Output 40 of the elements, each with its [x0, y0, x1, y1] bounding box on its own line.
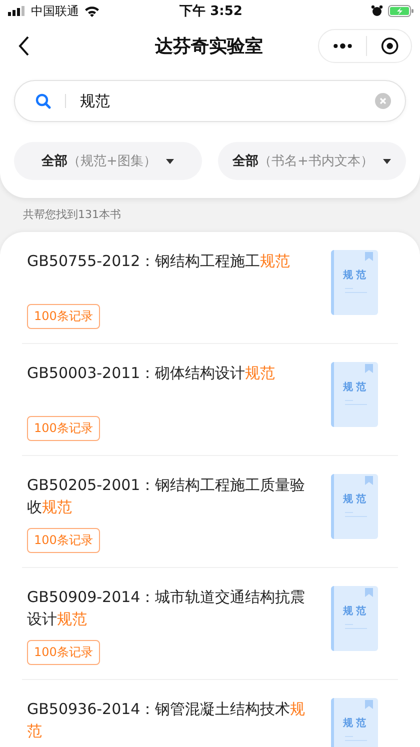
book-cover: 规范 — [331, 474, 378, 539]
caret-icon — [166, 158, 174, 164]
alarm-icon — [371, 5, 383, 17]
back-icon[interactable] — [18, 36, 30, 56]
lines-icon — [345, 512, 367, 518]
book-cover: 规范 — [331, 362, 378, 427]
signal-icon — [8, 6, 26, 16]
page-title: 达芬奇实验室 — [154, 35, 264, 58]
book-title[interactable]: GB50755-2012：钢结构工程施工规范 — [27, 250, 290, 294]
filter-dropdown[interactable]: 全部（规范+图集） — [14, 142, 202, 180]
book-title[interactable]: GB50936-2014：钢管混凝土结构技术规范 — [27, 698, 317, 742]
book-title[interactable]: GB50205-2001：钢结构工程施工质量验收规范 — [27, 474, 317, 518]
search-field[interactable]: 规范 — [14, 80, 406, 122]
record-count-tag: 100条记录 — [27, 640, 100, 665]
bookmark-icon — [365, 252, 373, 261]
more-icon[interactable] — [333, 43, 352, 49]
record-count-tag: 100条记录 — [27, 304, 100, 329]
caret-icon — [383, 158, 392, 164]
bookmark-icon — [365, 700, 373, 709]
lines-icon — [345, 736, 367, 742]
lines-icon — [345, 624, 367, 630]
book-cover: 规范 — [331, 698, 378, 747]
bookmark-icon — [365, 588, 373, 597]
search-icon — [35, 93, 51, 109]
book-cover: 规范 — [331, 250, 378, 315]
record-count-tag: 100条记录 — [27, 528, 100, 553]
record-count-tag: 100条记录 — [27, 416, 100, 441]
book-title[interactable]: GB50003-2011：砌体结构设计规范 — [27, 362, 276, 406]
result-count: 共帮您找到131本书 — [22, 207, 122, 223]
wifi-icon — [84, 5, 100, 17]
lines-icon — [345, 400, 367, 406]
bookmark-icon — [365, 364, 373, 373]
lines-icon — [345, 288, 367, 294]
battery-icon — [388, 5, 414, 17]
filter-dropdown[interactable]: 全部（书名+书内文本） — [218, 142, 406, 180]
carrier-name: 中国联通 — [31, 2, 79, 20]
status-time: 下午 3:52 — [180, 3, 242, 20]
book-title[interactable]: GB50909-2014：城市轨道交通结构抗震设计规范 — [27, 586, 317, 630]
book-cover: 规范 — [331, 586, 378, 651]
bookmark-icon — [365, 476, 373, 485]
